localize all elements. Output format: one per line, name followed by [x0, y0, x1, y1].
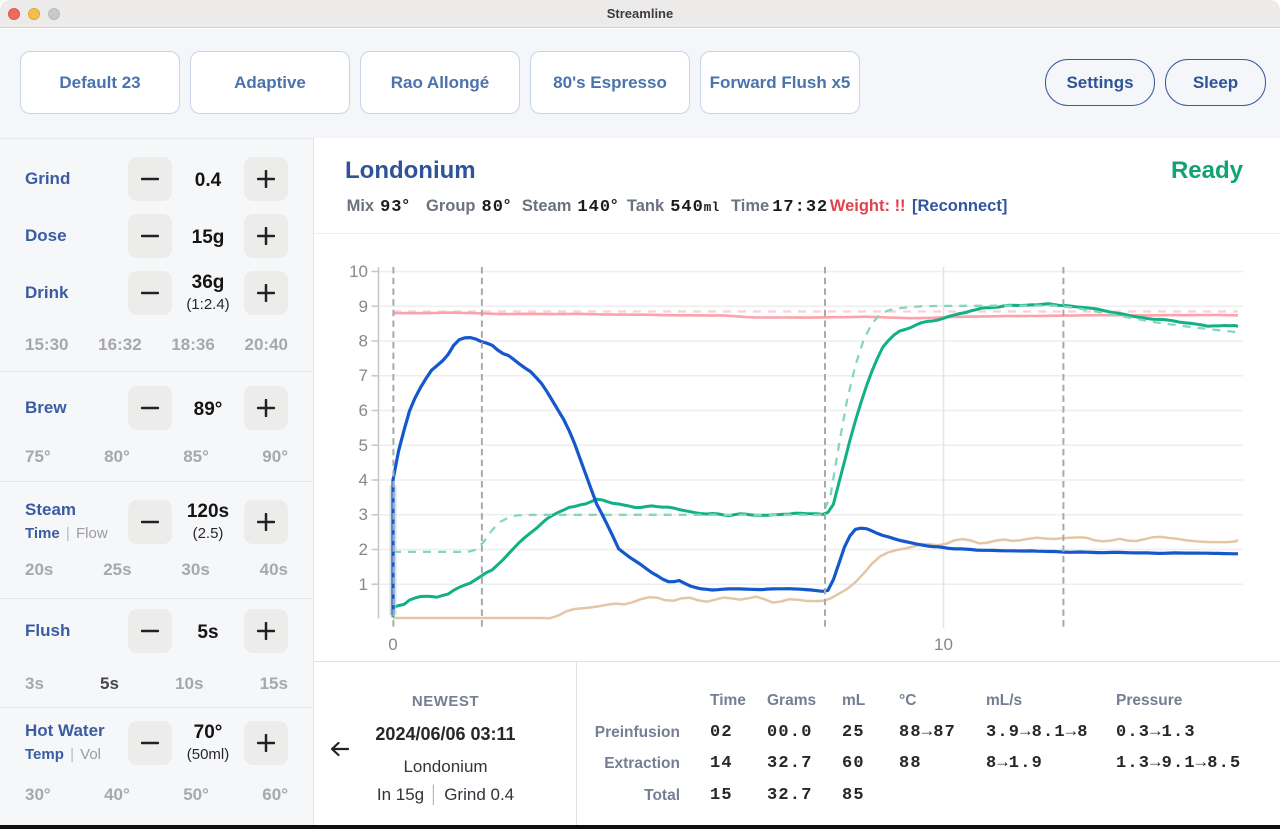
- svg-text:10: 10: [934, 635, 953, 654]
- svg-text:2: 2: [359, 540, 368, 559]
- svg-text:6: 6: [359, 401, 368, 420]
- svg-text:10: 10: [349, 262, 368, 281]
- svg-text:9: 9: [359, 297, 368, 316]
- svg-text:8: 8: [359, 332, 368, 351]
- svg-text:5: 5: [359, 436, 368, 455]
- svg-text:4: 4: [359, 471, 368, 490]
- svg-text:0: 0: [388, 635, 397, 654]
- svg-text:1: 1: [359, 575, 368, 594]
- svg-text:3: 3: [359, 505, 368, 524]
- svg-text:7: 7: [359, 366, 368, 385]
